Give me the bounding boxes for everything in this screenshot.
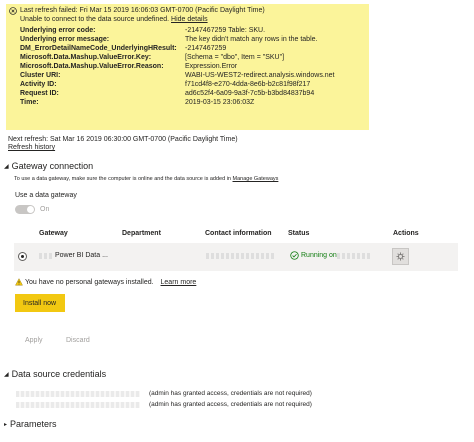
column-header-actions: Actions	[393, 230, 419, 237]
use-gateway-label: Use a data gateway	[15, 192, 77, 199]
expand-triangle-icon: ▸	[4, 421, 8, 428]
parameters-section-title: Parameters	[10, 419, 57, 429]
error-detail-key: Underlying error message:	[20, 36, 110, 43]
error-detail-key: Cluster URI:	[20, 72, 61, 79]
error-detail-value: WABI-US-WEST2-redirect.analysis.windows.…	[185, 72, 335, 79]
error-detail-key: Request ID:	[20, 90, 59, 97]
redacted-datasource	[16, 391, 140, 397]
redacted-text	[39, 253, 53, 259]
gateway-name: Power BI Data ...	[55, 252, 108, 259]
learn-more-link[interactable]: Learn more	[161, 279, 197, 286]
install-now-button[interactable]: Install now	[15, 294, 65, 312]
error-detail-value: The key didn't match any rows in the tab…	[185, 36, 318, 43]
error-detail-value: -2147467259	[185, 45, 227, 52]
gateway-section-header[interactable]: ◢ Gateway connection	[4, 161, 93, 171]
error-message-text: Unable to connect to the data source und…	[20, 16, 170, 23]
redacted-contact	[206, 253, 276, 259]
error-message: Unable to connect to the data source und…	[20, 16, 208, 24]
error-detail-key: Activity ID:	[20, 81, 57, 88]
error-circle-icon	[9, 7, 17, 15]
gateway-section-title: Gateway connection	[11, 161, 94, 171]
credentials-section-header[interactable]: ◢ Data source credentials	[4, 369, 106, 379]
refresh-history-link[interactable]: Refresh history	[8, 144, 55, 152]
column-header-gateway: Gateway	[39, 230, 68, 237]
error-detail-value: f71cd4f8-e270-4dda-8e6b-b2c81f98f217	[185, 81, 311, 88]
credentials-section-title: Data source credentials	[11, 369, 107, 379]
manage-gateways-link[interactable]: Manage Gateways	[233, 176, 279, 182]
toggle-state-label: On	[40, 206, 50, 213]
column-header-contact: Contact information	[205, 230, 272, 237]
column-header-department: Department	[122, 230, 161, 237]
credential-status: (admin has granted access, credentials a…	[149, 401, 312, 408]
next-refresh-text: Next refresh: Sat Mar 16 2019 06:30:00 G…	[8, 136, 238, 143]
warning-text: You have no personal gateways installed.	[25, 279, 154, 286]
error-detail-value: -2147467259 Table: SKU.	[185, 27, 266, 34]
use-gateway-toggle[interactable]	[15, 205, 35, 214]
column-header-status: Status	[288, 230, 310, 237]
redacted-datasource	[16, 402, 140, 408]
gateway-status: Running on	[301, 252, 337, 259]
error-detail-key: Underlying error code:	[20, 27, 96, 34]
checkmark-circle-icon	[290, 251, 299, 260]
gateway-radio[interactable]	[18, 252, 27, 261]
error-title: Last refresh failed: Fri Mar 15 2019 16:…	[20, 7, 265, 14]
discard-button[interactable]: Discard	[66, 337, 90, 344]
warning-message: You have no personal gateways installed.…	[25, 279, 196, 286]
error-detail-value: 2019-03-15 23:06:03Z	[185, 99, 255, 106]
parameters-section-header[interactable]: ▸ Parameters	[4, 419, 57, 429]
hide-details-link[interactable]: Hide details	[171, 16, 208, 23]
gateway-description: To use a data gateway, make sure the com…	[14, 176, 278, 182]
error-detail-key: Time:	[20, 99, 39, 106]
apply-button[interactable]: Apply	[25, 337, 43, 344]
gateway-description-text: To use a data gateway, make sure the com…	[14, 176, 231, 182]
collapse-triangle-icon: ◢	[4, 371, 9, 378]
error-detail-value: [Schema = "dbo", Item = "SKU"]	[185, 54, 285, 61]
gear-icon	[396, 252, 405, 261]
credential-status: (admin has granted access, credentials a…	[149, 390, 312, 397]
error-detail-value: Expression.Error	[185, 63, 238, 70]
redacted-status	[337, 253, 371, 259]
error-detail-key: Microsoft.Data.Mashup.ValueError.Reason:	[20, 63, 164, 70]
gateway-settings-button[interactable]	[392, 248, 409, 265]
error-detail-value: ad6c52f4-6a09-9a3f-7c5b-b3bd84837b94	[185, 90, 315, 97]
error-detail-key: Microsoft.Data.Mashup.ValueError.Key:	[20, 54, 152, 61]
error-detail-key: DM_ErrorDetailNameCode_UnderlyingHResult…	[20, 45, 177, 52]
warning-icon	[15, 278, 23, 286]
collapse-triangle-icon: ◢	[4, 163, 9, 170]
